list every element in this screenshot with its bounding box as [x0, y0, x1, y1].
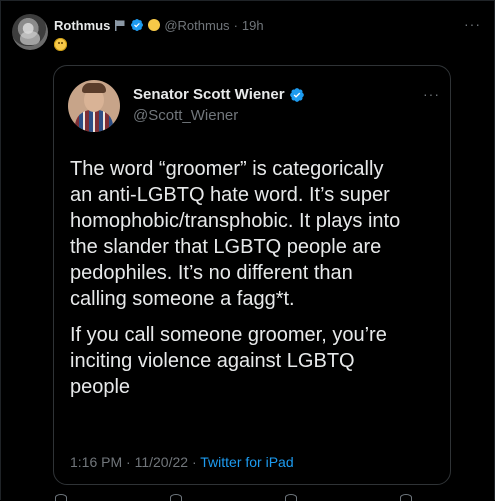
outer-post-header: Rothmus @Rothmus · 19h	[54, 16, 264, 34]
quoted-author-name-row: Senator Scott Wiener	[133, 86, 305, 103]
meta-separator: ·	[126, 454, 131, 470]
emoji-badge-icon	[148, 19, 161, 31]
meta-separator: ·	[191, 454, 197, 470]
outer-display-name[interactable]: Rothmus	[54, 18, 110, 33]
flag-icon	[115, 20, 125, 31]
quoted-tweet-meta: 1:16 PM · 11/20/22 · Twitter for iPad	[70, 454, 294, 470]
action-bar-peek	[0, 494, 495, 501]
slightly-smiling-face-icon	[54, 38, 67, 51]
quoted-display-name[interactable]: Senator Scott Wiener	[133, 86, 285, 103]
outer-separator: ·	[233, 17, 238, 33]
quoted-tweet-paragraph: The word “groomer” is categorically an a…	[70, 158, 401, 310]
quoted-time[interactable]: 1:16 PM	[70, 454, 122, 470]
verified-badge-icon	[131, 19, 144, 31]
quoted-date[interactable]: 11/20/22	[135, 454, 188, 470]
left-border	[0, 0, 1, 500]
quoted-author-avatar[interactable]	[68, 80, 120, 132]
outer-handle[interactable]: @Rothmus	[164, 18, 229, 33]
outer-time[interactable]: 19h	[242, 18, 264, 33]
quoted-tweet-paragraph: If you call someone groomer, you’re inci…	[70, 324, 387, 398]
outer-author-avatar[interactable]	[12, 14, 48, 50]
quoted-source-link[interactable]: Twitter for iPad	[200, 454, 293, 470]
quoted-handle[interactable]: @Scott_Wiener	[133, 107, 238, 124]
quoted-tweet-text: The word “groomer” is categorically an a…	[70, 156, 450, 410]
quoted-verified-badge-icon	[289, 87, 304, 102]
quoted-more-options-icon[interactable]: ···	[423, 86, 440, 102]
outer-more-options-icon[interactable]: ···	[464, 16, 481, 32]
top-border	[0, 0, 495, 1]
quoted-tweet-card[interactable]: Senator Scott Wiener @Scott_Wiener ··· T…	[53, 65, 451, 485]
